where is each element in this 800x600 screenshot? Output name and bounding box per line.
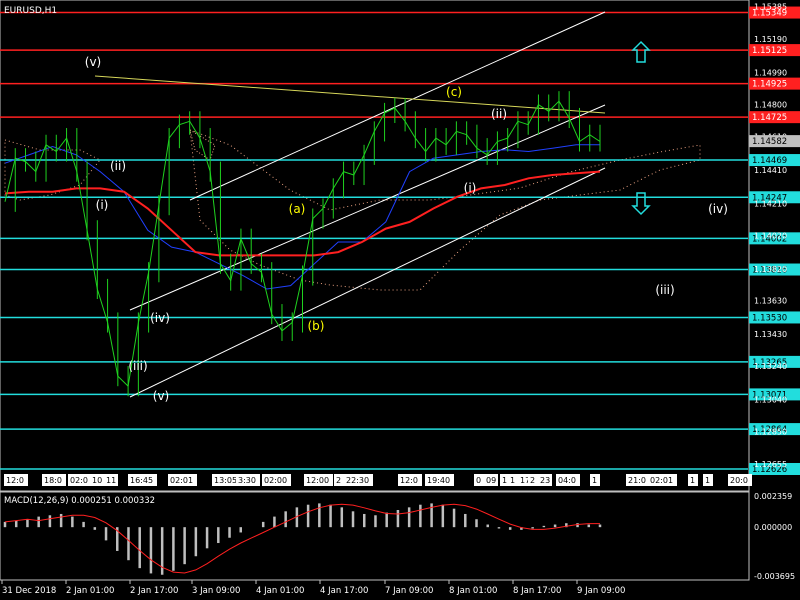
wave-label: (ii) [110, 159, 126, 173]
y-tick-label: 1.13040 [754, 396, 787, 405]
time-tag-label: 19:40 [427, 476, 450, 485]
x-tick-label: 8 Jan 01:00 [449, 586, 497, 596]
wave-label: (b) [308, 319, 325, 333]
time-tag-label: 04:0 [558, 476, 576, 485]
time-tag-label: 02:01 [650, 476, 673, 485]
time-tag-label: 18:0 [44, 476, 62, 485]
y-tick-label: 1.12850 [754, 427, 787, 436]
x-tick-label: 4 Jan 17:00 [320, 586, 368, 596]
down-arrow-icon [631, 192, 651, 216]
wave-label: (c) [446, 85, 462, 99]
y-tick-label: 1.14020 [754, 231, 787, 240]
time-tag-label: 3:30 [238, 476, 256, 485]
time-tag-label: 09 [486, 476, 496, 485]
y-tick-label: 1.13820 [754, 265, 787, 274]
x-tick-label: 3 Jan 09:00 [192, 586, 240, 596]
macd-tick-label: -0.003695 [754, 572, 795, 581]
time-tag-label: 1 [510, 476, 515, 485]
x-tick-label: 2 Jan 01:00 [66, 586, 114, 596]
time-tag-label: 23 [540, 476, 550, 485]
time-tag-label: 02:00 [264, 476, 287, 485]
y-tick-label: 1.15385 [754, 3, 787, 12]
time-tag-label: 1 [502, 476, 507, 485]
wave-label: (iv) [150, 311, 170, 325]
x-tick-label: 31 Dec 2018 [2, 586, 56, 596]
y-tick-label: 1.14410 [754, 166, 787, 175]
time-tag-label: 2 [336, 476, 341, 485]
level-tag-label: 1.14925 [752, 80, 787, 90]
x-tick-label: 2 Jan 17:00 [130, 586, 178, 596]
time-tag-label: 02:0 [70, 476, 88, 485]
y-tick-label: 1.13630 [754, 297, 787, 306]
wave-label: (iv) [708, 202, 728, 216]
wave-label: (iii) [655, 283, 674, 297]
macd-tick-label: 0.002359 [754, 492, 792, 501]
time-tag-label: 12:00 [306, 476, 329, 485]
y-tick-label: 1.14990 [754, 69, 787, 78]
wave-label: (a) [289, 202, 306, 216]
time-tag-label: 10 [92, 476, 102, 485]
price-close-line [4, 100, 601, 388]
wave-label: (v) [85, 55, 101, 69]
trendline-yellow [94, 75, 606, 114]
level-tag-label: 1.14469 [752, 156, 787, 166]
up-arrow-icon [631, 40, 651, 63]
x-tick-label: 8 Jan 17:00 [513, 586, 561, 596]
wave-label: (i) [464, 181, 477, 195]
time-tag-label: 0 [476, 476, 481, 485]
y-tick-label: 1.13430 [754, 330, 787, 339]
y-tick-label: 1.14210 [754, 199, 787, 208]
channel-upper-line [189, 11, 606, 201]
time-tag-label: 20:0 [730, 476, 748, 485]
y-tick-label: 1.15190 [754, 35, 787, 44]
chart-symbol-label: EURUSD,H1 [4, 6, 57, 16]
time-tag-label: 13:05 [214, 476, 237, 485]
x-tick-label: 9 Jan 09:00 [577, 586, 625, 596]
time-tag-label: 2 [530, 476, 535, 485]
time-tag-label: 02:01 [170, 476, 193, 485]
price-chart[interactable]: 1.153491.151251.149251.147251.144691.142… [0, 0, 800, 600]
time-tag-label: 1 [690, 476, 695, 485]
wave-label: (ii) [491, 107, 507, 121]
time-tag-label: 1 [592, 476, 597, 485]
macd-label: MACD(12,26,9) 0.000251 0.000332 [4, 496, 155, 506]
current-price-label: 1.14582 [752, 137, 787, 147]
level-tag-label: 1.14725 [752, 113, 787, 123]
level-tag-label: 1.13530 [752, 313, 787, 323]
x-tick-label: 4 Jan 01:00 [256, 586, 304, 596]
wave-label: (v) [153, 389, 169, 403]
time-tag-label: 16:45 [130, 476, 153, 485]
time-tag-label: 1 [705, 476, 710, 485]
kumo-cloud-outline [189, 129, 701, 291]
macd-signal-line [4, 503, 600, 574]
time-tag-label: 22:30 [346, 476, 369, 485]
channel-mid-line [129, 104, 606, 311]
time-tag-label: 11 [106, 476, 116, 485]
x-tick-label: 7 Jan 09:00 [385, 586, 433, 596]
wave-label: (iii) [128, 359, 147, 373]
level-tag-label: 1.15125 [752, 46, 787, 56]
macd-tick-label: 0.000000 [754, 523, 792, 532]
main-frame [0, 0, 750, 492]
time-tag-label: 21:0 [628, 476, 646, 485]
y-tick-label: 1.12655 [754, 460, 787, 469]
time-tag-label: 12:0 [400, 476, 418, 485]
time-tag-label: 12:0 [6, 476, 24, 485]
y-tick-label: 1.13240 [754, 362, 787, 371]
wave-label: (i) [96, 198, 109, 212]
y-tick-label: 1.14800 [754, 101, 787, 110]
